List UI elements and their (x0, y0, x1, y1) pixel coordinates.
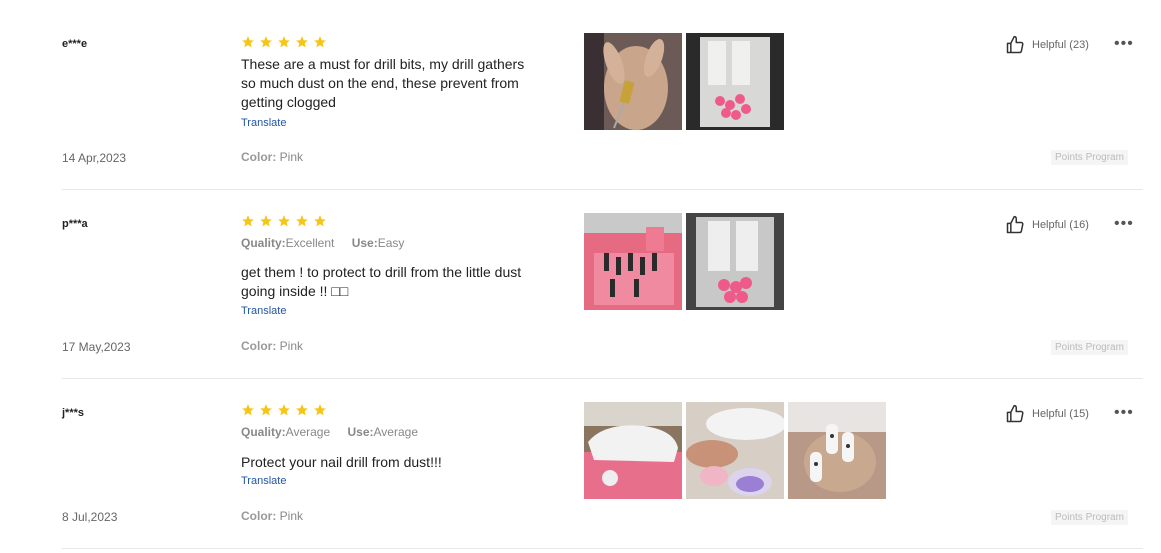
helpful-count: Helpful (15) (1032, 408, 1089, 420)
star-icon (242, 404, 254, 416)
review-date: 17 May,2023 (62, 340, 131, 354)
star-icon (260, 404, 272, 416)
thumbs-up-icon (1006, 215, 1024, 234)
star-icon (278, 36, 290, 48)
star-icon (296, 404, 308, 416)
star-icon (314, 404, 326, 416)
review-photo[interactable] (788, 402, 886, 499)
review-text: Protect your nail drill from dust!!! (241, 454, 442, 470)
use-attribute: Use:Average (347, 425, 419, 439)
review-attributes: Quality:Excellent Use:Easy (241, 236, 418, 250)
use-attribute: Use:Easy (351, 236, 405, 250)
star-icon (296, 215, 308, 227)
review-photos (584, 33, 784, 130)
divider (62, 378, 1143, 379)
color-label: Color: (241, 339, 277, 353)
star-rating (241, 35, 327, 49)
thumbs-up-icon (1006, 404, 1024, 423)
helpful-count: Helpful (23) (1032, 39, 1089, 51)
review-photo[interactable] (686, 33, 784, 130)
star-icon (260, 36, 272, 48)
star-icon (296, 36, 308, 48)
review-photo[interactable] (584, 213, 682, 310)
more-options-icon[interactable]: ••• (1114, 405, 1134, 421)
divider (62, 548, 1143, 549)
review-attributes: Quality:Average Use:Average (241, 425, 432, 439)
star-icon (314, 36, 326, 48)
color-value: Pink (279, 150, 304, 164)
star-rating (241, 214, 327, 228)
helpful-button[interactable]: Helpful (16) (1005, 215, 1089, 235)
star-icon (314, 215, 326, 227)
review-photo[interactable] (686, 402, 784, 499)
color-value: Pink (279, 339, 304, 353)
review-photos (584, 213, 784, 310)
helpful-button[interactable]: Helpful (23) (1005, 35, 1089, 55)
quality-attribute: Quality:Excellent (241, 236, 335, 250)
divider (62, 189, 1143, 190)
review-date: 8 Jul,2023 (62, 510, 118, 524)
helpful-count: Helpful (16) (1032, 219, 1089, 231)
translate-link[interactable]: Translate (241, 475, 286, 487)
star-icon (278, 215, 290, 227)
quality-attribute: Quality:Average (241, 425, 331, 439)
color-value: Pink (279, 509, 304, 523)
review-text: These are a must for drill bits, my dril… (241, 56, 525, 110)
translate-link[interactable]: Translate (241, 305, 286, 317)
color-label: Color: (241, 509, 277, 523)
more-options-icon[interactable]: ••• (1114, 216, 1134, 232)
reviewer-name: j***s (62, 407, 85, 419)
points-program-badge: Points Program (1051, 510, 1128, 525)
review-photo[interactable] (686, 213, 784, 310)
star-icon (260, 215, 272, 227)
reviewer-name: p***a (62, 218, 88, 230)
review-photo[interactable] (584, 33, 682, 130)
review-photos (584, 402, 886, 499)
review-photo[interactable] (584, 402, 682, 499)
review-date: 14 Apr,2023 (62, 151, 127, 165)
variant-color: Color: Pink (241, 339, 303, 353)
points-program-badge: Points Program (1051, 150, 1128, 165)
star-icon (242, 36, 254, 48)
star-rating (241, 403, 327, 417)
helpful-button[interactable]: Helpful (15) (1005, 404, 1089, 424)
reviewer-name: e***e (62, 38, 88, 50)
points-program-badge: Points Program (1051, 340, 1128, 355)
review-text: get them ! to protect to drill from the … (241, 264, 522, 299)
thumbs-up-icon (1006, 35, 1024, 54)
variant-color: Color: Pink (241, 150, 303, 164)
more-options-icon[interactable]: ••• (1114, 36, 1134, 52)
variant-color: Color: Pink (241, 509, 303, 523)
star-icon (278, 404, 290, 416)
translate-link[interactable]: Translate (241, 117, 286, 129)
color-label: Color: (241, 150, 277, 164)
star-icon (242, 215, 254, 227)
